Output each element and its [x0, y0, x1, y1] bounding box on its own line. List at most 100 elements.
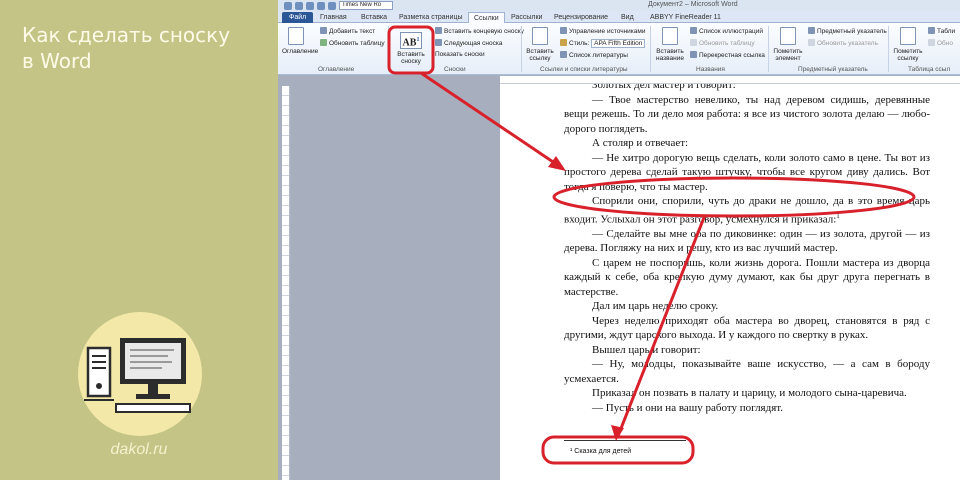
tab-review[interactable]: Рецензирование [554, 12, 608, 23]
document-body[interactable]: Золотых дел мастер и говорит: — Твое мас… [564, 84, 930, 415]
bibliography-icon [560, 51, 567, 58]
paragraph: — Сделайте вы мне оба по диковинке: один… [564, 227, 930, 255]
insert-footnote-button[interactable]: AB1 Вставить сноску [392, 28, 430, 74]
style-icon [560, 39, 567, 46]
group-index-label: Предметный указатель [798, 66, 868, 73]
style-select[interactable]: Стиль: APA Fifth Edition [560, 39, 646, 48]
quick-access-toolbar: Times New Ro [284, 1, 393, 10]
group-captions-label: Названия [696, 66, 725, 73]
group-separator [521, 26, 522, 72]
update-toa-button[interactable]: Обно [928, 39, 953, 48]
paragraph: Через неделю приходят оба мастера во дво… [564, 314, 930, 342]
manage-sources-button[interactable]: Управление источниками [560, 27, 646, 36]
paragraph: А столяр и отвечает: [592, 137, 689, 149]
paragraph: С царем не поспоришь, коли жизнь дорога.… [564, 256, 930, 298]
paragraph: — Пусть и они на вашу работу поглядят. [592, 401, 784, 414]
undo-icon[interactable] [306, 1, 314, 10]
paragraph: — Ну, молодцы, показывайте ваше искусств… [564, 358, 930, 385]
style-value[interactable]: APA Fifth Edition [591, 39, 646, 48]
refresh-icon [808, 39, 815, 46]
illustrations-list-button[interactable]: Список иллюстраций [690, 27, 763, 36]
brand-url: dakol.ru [110, 441, 168, 458]
refresh-icon [320, 39, 327, 46]
word-window: Times New Ro Документ2 – Microsoft Word … [278, 0, 960, 480]
paragraph: — Не хитро дорогую вещь сделать, коли зо… [564, 151, 930, 193]
footnote-ab-icon: AB1 [400, 32, 422, 49]
footnote-separator [564, 440, 686, 441]
endnote-icon [435, 27, 442, 34]
group-separator [388, 26, 389, 72]
customize-icon[interactable] [328, 1, 336, 10]
paragraph: Дал им царь неделю сроку. [592, 300, 719, 313]
mark-citation-button[interactable]: Пометить ссылку [892, 27, 924, 62]
sources-icon [560, 27, 567, 34]
computer-icon [84, 338, 191, 413]
group-citations-label: Ссылки и списки литературы [540, 66, 628, 73]
toa-icon [928, 27, 935, 34]
tab-mailings[interactable]: Рассылки [511, 12, 542, 23]
index-icon [808, 27, 815, 34]
tab-file[interactable]: Файл [282, 12, 314, 23]
refresh-icon [928, 39, 935, 46]
insert-endnote-button[interactable]: Вставить концевую сноску [435, 27, 524, 36]
tab-view[interactable]: Вид [621, 12, 634, 23]
promo-title-line2: в Word [22, 49, 92, 73]
paragraph: Золотых дел мастер и говорит: [592, 84, 736, 91]
illustrations-icon [690, 27, 697, 34]
footnote-mark[interactable]: 1 [836, 212, 840, 220]
mark-entry-button[interactable]: Пометить элемент [772, 27, 804, 62]
cross-ref-icon [690, 51, 697, 58]
promo-title: Как сделать сноску в Word [22, 22, 272, 74]
tab-abbyy[interactable]: ABBYY FineReader 11 [650, 12, 721, 23]
horizontal-ruler[interactable] [500, 76, 960, 84]
add-text-icon [320, 27, 327, 34]
document-title: Документ2 – Microsoft Word [648, 1, 738, 8]
word-app-icon[interactable] [284, 1, 292, 10]
tab-home[interactable]: Главная [320, 12, 347, 23]
group-toc-label: Оглавление [318, 66, 355, 73]
promo-panel: Как сделать сноску в Word dakol.ru [0, 0, 278, 480]
insert-citation-button[interactable]: Вставить ссылку [525, 27, 555, 62]
next-footnote-icon [435, 39, 442, 46]
paragraph: Вышел царь и говорит: [592, 343, 701, 356]
refresh-icon [690, 39, 697, 46]
show-notes-button[interactable]: Показать сноски [435, 51, 485, 59]
cross-reference-button[interactable]: Перекрестная ссылка [690, 51, 765, 60]
update-index-button[interactable]: Обновить указатель [808, 39, 878, 48]
tab-references[interactable]: Ссылки [468, 12, 505, 23]
document-page[interactable]: Золотых дел мастер и говорит: — Твое мас… [500, 84, 960, 480]
group-toa-label: Таблица ссыл [908, 66, 951, 73]
ribbon: Оглавление Добавить текст Обновить табли… [278, 23, 960, 75]
vertical-ruler[interactable] [282, 86, 290, 480]
insert-toa-button[interactable]: Табли [928, 27, 955, 36]
tab-insert[interactable]: Вставка [361, 12, 387, 23]
group-separator [888, 26, 889, 72]
save-icon[interactable] [295, 1, 303, 10]
tab-page-layout[interactable]: Разметка страницы [399, 12, 463, 23]
toc-button[interactable]: Оглавление [282, 27, 318, 55]
insert-index-button[interactable]: Предметный указатель [808, 27, 887, 36]
mark-citation-icon [900, 27, 916, 45]
add-text-button[interactable]: Добавить текст [320, 27, 375, 36]
caption-icon [662, 27, 678, 45]
bibliography-button[interactable]: Список литературы [560, 51, 628, 60]
update-table2-button[interactable]: Обновить таблицу [690, 39, 755, 48]
group-footnotes-label: Сноски [444, 66, 466, 73]
redo-icon[interactable] [317, 1, 325, 10]
mark-entry-icon [780, 27, 796, 45]
font-name-box[interactable]: Times New Ro [339, 1, 393, 10]
insert-caption-button[interactable]: Вставить название [654, 27, 686, 62]
promo-title-line1: Как сделать сноску [22, 23, 231, 47]
paragraph-with-footnote: Спорили они, спорили, чуть до драки не д… [564, 195, 930, 226]
paragraph: — Твое мастерство невелико, ты над дерев… [564, 93, 930, 135]
citation-icon [532, 27, 548, 45]
group-separator [768, 26, 769, 72]
ribbon-tabs: Файл Главная Вставка Разметка страницы С… [278, 11, 960, 23]
update-table-button[interactable]: Обновить таблицу [320, 39, 385, 48]
group-separator [650, 26, 651, 72]
next-footnote-button[interactable]: Следующая сноска [435, 39, 502, 48]
footnote-text[interactable]: ¹ Сказка для детей [570, 448, 631, 455]
toc-icon [288, 27, 304, 45]
paragraph: Приказал он позвать в палату и царицу, и… [592, 387, 907, 400]
title-bar: Times New Ro Документ2 – Microsoft Word [278, 0, 960, 11]
